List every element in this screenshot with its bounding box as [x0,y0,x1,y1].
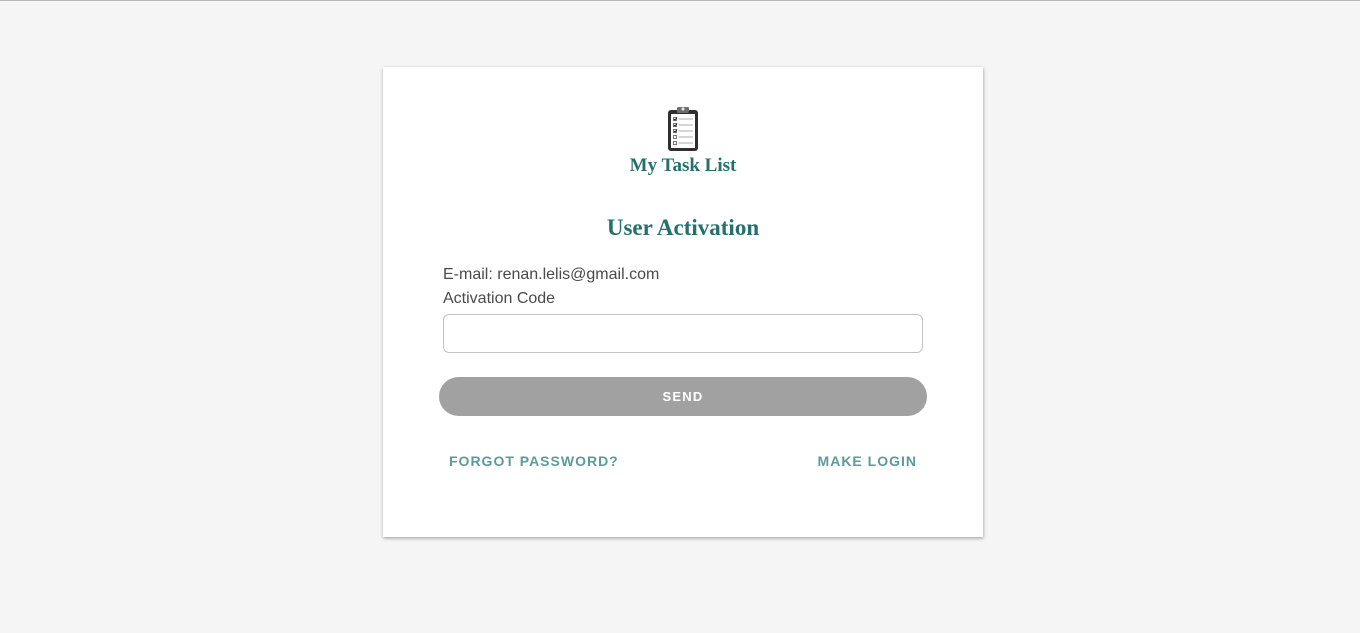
make-login-link[interactable]: MAKE LOGIN [818,453,917,469]
app-name: My Task List [629,155,737,176]
activation-code-input[interactable] [443,314,923,353]
top-border [0,0,1360,1]
page-title: User Activation [606,215,760,240]
forgot-password-link[interactable]: FORGOT PASSWORD? [449,453,619,469]
activation-code-label: Activation Code [443,290,556,307]
activation-card: My Task List User Activation E-mail: ren… [383,67,983,537]
send-button[interactable]: SEND [439,377,927,416]
clipboard-checklist-icon [668,107,698,151]
email-line: E-mail: renan.lelis@gmail.com [443,266,659,284]
email-value: renan.lelis@gmail.com [497,266,660,283]
email-label: E-mail: [443,266,493,283]
